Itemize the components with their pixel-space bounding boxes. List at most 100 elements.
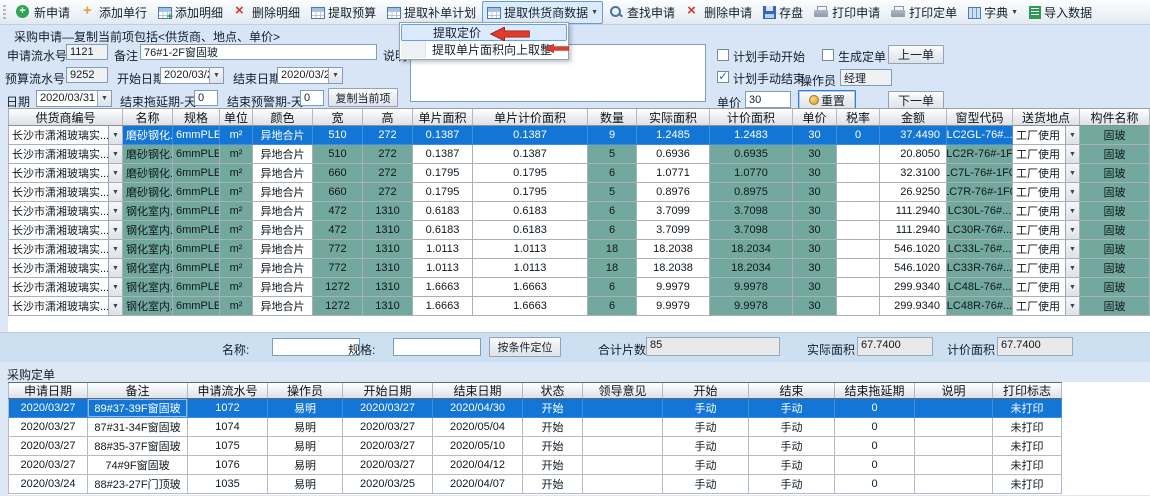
orders-grid-cell[interactable]: 易明	[268, 399, 343, 418]
grid-cell[interactable]: 1272	[313, 278, 363, 297]
grid-cell[interactable]: LC33L-76#...	[947, 240, 1013, 259]
main-column-header[interactable]: 宽	[313, 109, 363, 125]
combo-cell[interactable]: 长沙市潇湘玻璃实...▼	[8, 240, 123, 259]
grid-cell[interactable]: 0.8976	[637, 183, 710, 202]
orders-grid-cell[interactable]: 手动	[749, 418, 835, 437]
grid-cell[interactable]: m²	[220, 240, 253, 259]
start-date-picker[interactable]: 2020/03/21 ▼	[160, 67, 224, 84]
grid-cell[interactable]: 272	[363, 126, 413, 145]
orders-grid-cell[interactable]	[915, 475, 993, 494]
grid-cell[interactable]: 772	[313, 259, 363, 278]
chevron-down-icon[interactable]: ▼	[108, 183, 122, 201]
grid-cell[interactable]: 30	[793, 183, 837, 202]
main-column-header[interactable]: 数量	[588, 109, 637, 125]
orders-column-header[interactable]: 开始日期	[343, 383, 433, 398]
grid-cell[interactable]: 钢化室内...	[123, 202, 173, 221]
grid-cell[interactable]	[837, 145, 880, 164]
chevron-down-icon[interactable]: ▼	[108, 240, 122, 258]
grid-cell[interactable]: m²	[220, 202, 253, 221]
main-column-header[interactable]: 实际面积	[637, 109, 710, 125]
grid-cell[interactable]: 1.0113	[473, 259, 588, 278]
grid-cell[interactable]: 111.2940	[880, 221, 947, 240]
grid-cell[interactable]: 钢化室内...	[123, 240, 173, 259]
orders-table-row[interactable]: 2020/03/2774#9F窗固玻1076易明2020/03/272020/0…	[8, 456, 1062, 475]
orders-column-header[interactable]: 结束日期	[433, 383, 523, 398]
grid-cell[interactable]: 钢化室内...	[123, 278, 173, 297]
filter-name-input[interactable]	[272, 338, 360, 356]
orders-grid-cell[interactable]: 手动	[749, 399, 835, 418]
orders-grid-cell[interactable]: 0	[835, 456, 915, 475]
orders-grid-cell[interactable]: 开始	[523, 456, 583, 475]
grid-cell[interactable]: m²	[220, 164, 253, 183]
combo-cell[interactable]: 工厂使用▼	[1013, 240, 1080, 259]
orders-grid-cell[interactable]: 易明	[268, 437, 343, 456]
combo-cell[interactable]: 工厂使用▼	[1013, 164, 1080, 183]
grid-cell[interactable]	[837, 240, 880, 259]
grid-cell[interactable]: 1310	[363, 240, 413, 259]
chevron-down-icon[interactable]: ▼	[1065, 164, 1079, 182]
grid-cell[interactable]: 钢化室内...	[123, 221, 173, 240]
grid-cell[interactable]: 1.2483	[710, 126, 793, 145]
combo-cell[interactable]: 工厂使用▼	[1013, 297, 1080, 316]
main-column-header[interactable]: 送货地点	[1013, 109, 1080, 125]
grid-cell[interactable]: 6mmPLE...	[173, 145, 220, 164]
grid-cell[interactable]: 固玻	[1080, 202, 1150, 221]
orders-grid-cell[interactable]: 手动	[749, 456, 835, 475]
grid-cell[interactable]: 异地合片	[253, 202, 313, 221]
grid-cell[interactable]: LC48L-76#...	[947, 278, 1013, 297]
toolbar-button-dictionary[interactable]: 字典▼	[963, 1, 1023, 24]
grid-cell[interactable]: 30	[793, 297, 837, 316]
toolbar-button-extract-supplier[interactable]: 提取供货商数据▼	[482, 1, 603, 24]
grid-cell[interactable]: 1.2485	[637, 126, 710, 145]
orders-column-header[interactable]: 开始	[663, 383, 749, 398]
orders-grid-cell[interactable]: 2020/03/24	[8, 475, 88, 494]
grid-cell[interactable]: 固玻	[1080, 240, 1150, 259]
chevron-down-icon[interactable]: ▼	[108, 221, 122, 239]
grid-cell[interactable]: 1.0113	[473, 240, 588, 259]
grid-cell[interactable]: 1.6663	[413, 278, 473, 297]
orders-grid-cell[interactable]	[915, 418, 993, 437]
grid-cell[interactable]: 0.1795	[413, 183, 473, 202]
grid-cell[interactable]: LC48R-76#...	[947, 297, 1013, 316]
chevron-down-icon[interactable]: ▼	[108, 202, 122, 220]
orders-grid-cell[interactable]: 2020/05/04	[433, 418, 523, 437]
grid-cell[interactable]: 32.3100	[880, 164, 947, 183]
grid-cell[interactable]: 0.6936	[637, 145, 710, 164]
toolbar-button-new-request[interactable]: 新申请	[11, 1, 75, 24]
orders-grid-cell[interactable]: 2020/04/07	[433, 475, 523, 494]
grid-cell[interactable]: 299.9340	[880, 278, 947, 297]
previous-order-button[interactable]: 上一单	[888, 45, 944, 64]
manual-end-checkbox[interactable]	[717, 71, 729, 83]
main-column-header[interactable]: 单片面积	[413, 109, 473, 125]
grid-cell[interactable]: 固玻	[1080, 259, 1150, 278]
grid-cell[interactable]: 0.6183	[413, 202, 473, 221]
menu-item-extract-pricing[interactable]: 提取定价	[401, 24, 567, 41]
combo-cell[interactable]: 长沙市潇湘玻璃实...▼	[8, 221, 123, 240]
grid-cell[interactable]: 472	[313, 221, 363, 240]
grid-cell[interactable]: 772	[313, 240, 363, 259]
grid-cell[interactable]: 6mmPLE...	[173, 202, 220, 221]
operator-field[interactable]	[840, 69, 892, 86]
date-picker[interactable]: 2020/03/31 ▼	[36, 90, 112, 107]
toolbar-button-search[interactable]: 查找申请	[604, 1, 680, 24]
grid-cell[interactable]: 异地合片	[253, 297, 313, 316]
orders-grid-cell[interactable]: 74#9F窗固玻	[88, 456, 188, 475]
budget-no-field[interactable]	[66, 67, 108, 83]
orders-column-header[interactable]: 操作员	[268, 383, 343, 398]
toolbar-button-print-request[interactable]: 打印申请	[809, 1, 885, 24]
grid-cell[interactable]: 111.2940	[880, 202, 947, 221]
toolbar-button-save[interactable]: 存盘	[758, 1, 808, 24]
grid-cell[interactable]: 26.9250	[880, 183, 947, 202]
grid-cell[interactable]: 0.6935	[710, 145, 793, 164]
grid-cell[interactable]	[837, 221, 880, 240]
grid-cell[interactable]: 1310	[363, 202, 413, 221]
main-column-header[interactable]: 单价	[793, 109, 837, 125]
orders-grid-cell[interactable]: 88#35-37F窗固玻	[88, 437, 188, 456]
grid-cell[interactable]: 18.2038	[637, 240, 710, 259]
orders-table-row[interactable]: 2020/03/2788#35-37F窗固玻1075易明2020/03/2720…	[8, 437, 1062, 456]
grid-cell[interactable]: m²	[220, 145, 253, 164]
grid-cell[interactable]: 6mmPLE...	[173, 164, 220, 183]
orders-grid-cell[interactable]: 0	[835, 475, 915, 494]
grid-cell[interactable]: 钢化室内...	[123, 297, 173, 316]
grid-cell[interactable]: 299.9340	[880, 297, 947, 316]
